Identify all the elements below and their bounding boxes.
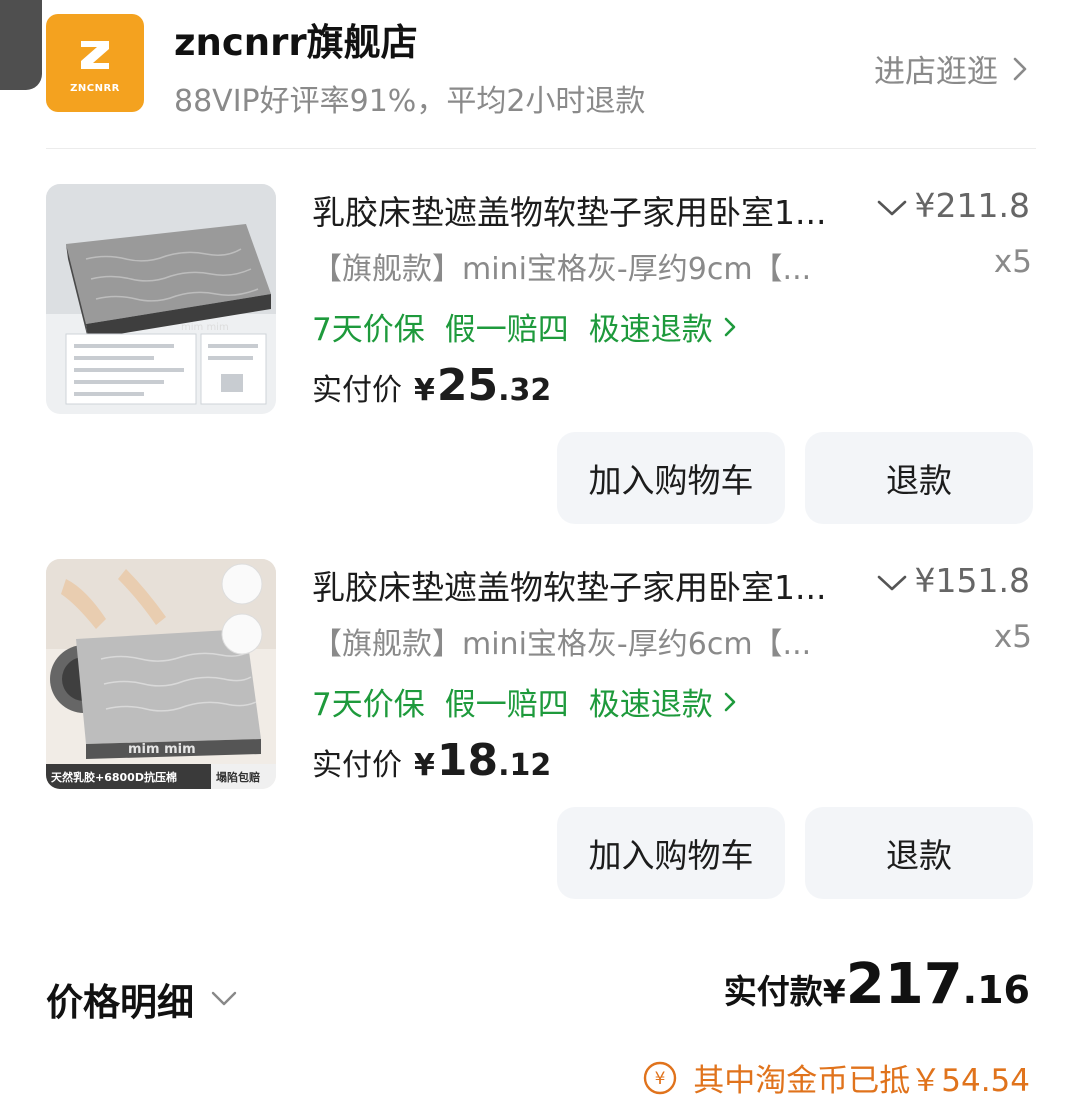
logo-text: ZNCNRR (70, 82, 120, 94)
tag-price-protect: 7天价保 (312, 687, 425, 723)
paid-price-label: 实付价 (312, 373, 402, 408)
service-guarantees[interactable]: 7天价保 假一赔四 极速退款 (312, 679, 737, 724)
back-tab[interactable] (0, 0, 42, 90)
chevron-right-icon (724, 317, 736, 336)
zncnrr-logo-icon (81, 40, 109, 69)
paid-price: 实付价 ¥ 25 .32 (312, 360, 551, 411)
refund-button[interactable]: 退款 (805, 432, 1033, 524)
add-to-cart-button[interactable]: 加入购物车 (557, 432, 785, 524)
coin-icon-glyph: ¥ (655, 1069, 666, 1089)
product-quantity: x5 (993, 619, 1032, 655)
total-paid-decimal: .16 (962, 968, 1030, 1012)
refund-button[interactable]: 退款 (805, 807, 1033, 899)
product-thumbnail[interactable]: mim mim 天然乳胶+6800D抗压棉 塌陷包赔 (46, 559, 276, 789)
total-paid-currency: ¥ (822, 972, 846, 1011)
total-paid-label: 实付款 (723, 972, 823, 1011)
order-detail-page: ZNCNRR zncnrr旗舰店 88VIP好评率91%，平均2小时退款 进店逛… (0, 0, 1076, 1118)
total-paid: 实付款 ¥ 217 .16 (724, 952, 1030, 1017)
tag-fast-refund: 极速退款 (588, 312, 713, 348)
chevron-down-icon (211, 991, 237, 1006)
paid-price-decimal: .32 (498, 373, 552, 408)
tag-fake-compensation: 假一赔四 (444, 687, 569, 723)
thumb-brand-text: mim mim (128, 742, 196, 757)
tag-fake-compensation: 假一赔四 (444, 312, 569, 348)
product-title[interactable]: 乳胶床垫遮盖物软垫子家用卧室1... (312, 186, 860, 234)
order-item: mim mim 乳胶床垫遮盖物软垫子家用卧室1... ¥211.8 【旗舰款】m… (0, 182, 1076, 542)
add-to-cart-button[interactable]: 加入购物车 (557, 807, 785, 899)
chevron-down-icon[interactable] (876, 573, 908, 593)
paid-price-decimal: .12 (498, 748, 552, 783)
price-detail-toggle[interactable]: 价格明细 (46, 972, 238, 1026)
paid-price-currency: ¥ (414, 748, 435, 783)
divider (46, 148, 1036, 149)
product-price: ¥151.8 (914, 561, 1030, 600)
product-variant[interactable]: 【旗舰款】mini宝格灰-厚约6cm【... (312, 619, 860, 663)
coin-icon: ¥ (644, 1061, 677, 1094)
coin-deduction-text: 其中淘金币已抵￥54.54 (693, 1063, 1030, 1099)
store-name[interactable]: zncnrr旗舰店 (174, 12, 418, 66)
tag-fast-refund: 极速退款 (588, 687, 713, 723)
thumb-feature-text: 天然乳胶+6800D抗压棉 (51, 770, 177, 784)
chevron-right-icon (724, 692, 736, 711)
thumb-warranty-text: 塌陷包赔 (216, 770, 260, 784)
store-logo[interactable]: ZNCNRR (46, 14, 144, 112)
thumb-brand-text: mim mim (181, 322, 229, 333)
visit-store-link[interactable]: 进店逛逛 (874, 46, 1028, 91)
coin-deduction: ¥ 其中淘金币已抵￥54.54 (643, 1055, 1030, 1100)
total-paid-integer: 217 (845, 952, 963, 1017)
product-thumbnail[interactable]: mim mim (46, 184, 276, 414)
product-variant[interactable]: 【旗舰款】mini宝格灰-厚约9cm【... (312, 244, 860, 288)
paid-price-integer: 18 (436, 735, 499, 786)
price-detail-label: 价格明细 (46, 981, 194, 1024)
product-price: ¥211.8 (914, 186, 1030, 225)
store-rating: 88VIP好评率91%，平均2小时退款 (174, 84, 646, 119)
product-title[interactable]: 乳胶床垫遮盖物软垫子家用卧室1... (312, 561, 860, 609)
paid-price-label: 实付价 (312, 748, 402, 783)
paid-price-integer: 25 (436, 360, 499, 411)
visit-store-label: 进店逛逛 (874, 54, 998, 90)
service-guarantees[interactable]: 7天价保 假一赔四 极速退款 (312, 304, 737, 349)
product-quantity: x5 (993, 244, 1032, 280)
paid-price-currency: ¥ (414, 373, 435, 408)
chevron-down-icon[interactable] (876, 198, 908, 218)
order-item: mim mim 天然乳胶+6800D抗压棉 塌陷包赔 乳胶床垫遮盖物软垫子家用卧… (0, 557, 1076, 917)
chevron-right-icon (1013, 57, 1027, 80)
tag-price-protect: 7天价保 (312, 312, 425, 348)
paid-price: 实付价 ¥ 18 .12 (312, 735, 551, 786)
